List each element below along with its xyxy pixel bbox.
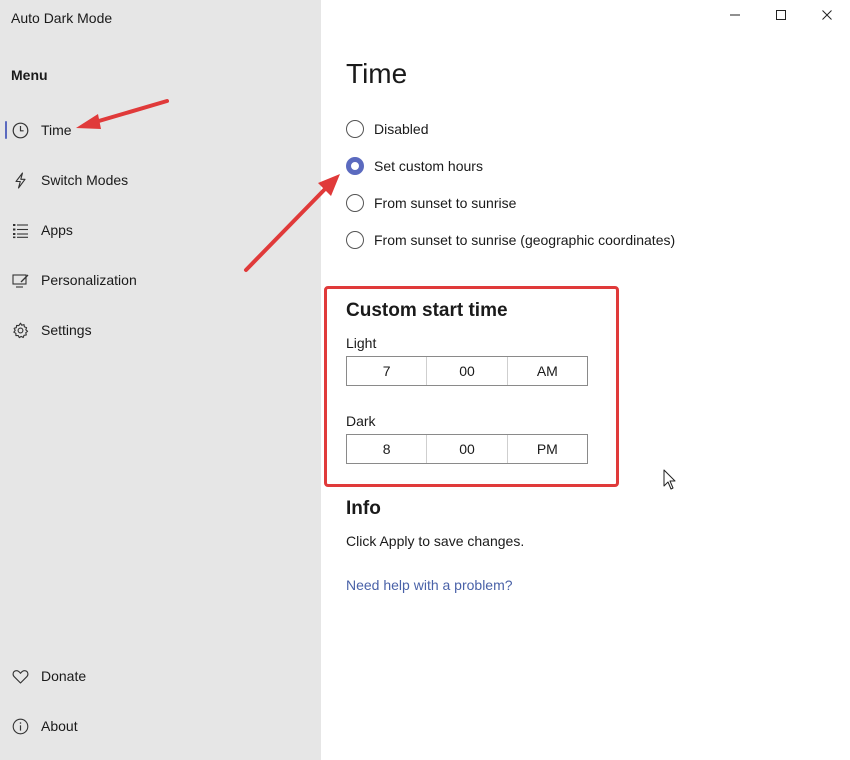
dark-hour[interactable]: 8 [347, 435, 428, 463]
sidebar-item-time[interactable]: Time [0, 110, 321, 150]
light-hour[interactable]: 7 [347, 357, 428, 385]
section-title-custom-start: Custom start time [346, 300, 508, 321]
dark-time-picker[interactable]: 8 00 PM [346, 434, 588, 464]
window-controls [712, 0, 850, 34]
mouse-cursor-icon [663, 469, 676, 490]
radio-set-custom-hours[interactable]: Set custom hours [346, 155, 483, 177]
help-link[interactable]: Need help with a problem? [346, 577, 513, 593]
sidebar-item-label: Time [41, 122, 72, 138]
radio-label: From sunset to sunrise [374, 195, 517, 211]
dark-label: Dark [346, 413, 376, 429]
selected-indicator [5, 121, 7, 139]
minimize-icon [729, 8, 741, 26]
info-text: Click Apply to save changes. [346, 533, 525, 549]
light-minute[interactable]: 00 [427, 357, 508, 385]
radio-sunset-to-sunrise[interactable]: From sunset to sunrise [346, 192, 516, 214]
sidebar-item-about[interactable]: About [0, 706, 321, 746]
sidebar-item-apps[interactable]: Apps [0, 210, 321, 250]
section-title-info: Info [346, 498, 381, 519]
sidebar-item-label: About [41, 718, 78, 734]
sidebar-item-label: Settings [41, 322, 92, 338]
radio-sunset-to-sunrise-geo[interactable]: From sunset to sunrise (geographic coord… [346, 229, 675, 251]
sidebar-item-settings[interactable]: Settings [0, 310, 321, 350]
minimize-button[interactable] [712, 0, 758, 34]
menu-header: Menu [11, 67, 48, 83]
sidebar: Auto Dark Mode Menu Time Switch Modes Ap… [0, 0, 321, 760]
dark-minute[interactable]: 00 [427, 435, 508, 463]
sidebar-item-label: Switch Modes [41, 172, 129, 188]
radio-button[interactable] [346, 120, 364, 138]
radio-label: Set custom hours [374, 158, 483, 174]
light-period[interactable]: AM [508, 357, 587, 385]
sidebar-item-switch-modes[interactable]: Switch Modes [0, 160, 321, 200]
lightning-icon [12, 172, 29, 189]
light-time-picker[interactable]: 7 00 AM [346, 356, 588, 386]
page-title: Time [346, 58, 408, 89]
clock-icon [12, 122, 29, 139]
radio-button[interactable] [346, 194, 364, 212]
personalization-icon [12, 272, 29, 289]
heart-icon [12, 668, 29, 685]
radio-label: Disabled [374, 121, 429, 137]
gear-icon [12, 322, 29, 339]
radio-label: From sunset to sunrise (geographic coord… [374, 232, 676, 248]
sidebar-item-label: Personalization [41, 272, 137, 288]
sidebar-item-donate[interactable]: Donate [0, 656, 321, 696]
maximize-icon [775, 8, 787, 26]
maximize-button[interactable] [758, 0, 804, 34]
list-icon [12, 222, 29, 239]
radio-button[interactable] [346, 157, 364, 175]
dark-period[interactable]: PM [508, 435, 587, 463]
info-icon [12, 718, 29, 735]
close-button[interactable] [804, 0, 850, 34]
radio-disabled[interactable]: Disabled [346, 118, 428, 140]
radio-button[interactable] [346, 231, 364, 249]
app-window: Auto Dark Mode Menu Time Switch Modes Ap… [0, 0, 850, 760]
app-title: Auto Dark Mode [11, 10, 113, 26]
sidebar-item-personalization[interactable]: Personalization [0, 260, 321, 300]
close-icon [821, 8, 833, 26]
light-label: Light [346, 335, 377, 351]
sidebar-item-label: Apps [41, 222, 73, 238]
sidebar-item-label: Donate [41, 668, 87, 684]
